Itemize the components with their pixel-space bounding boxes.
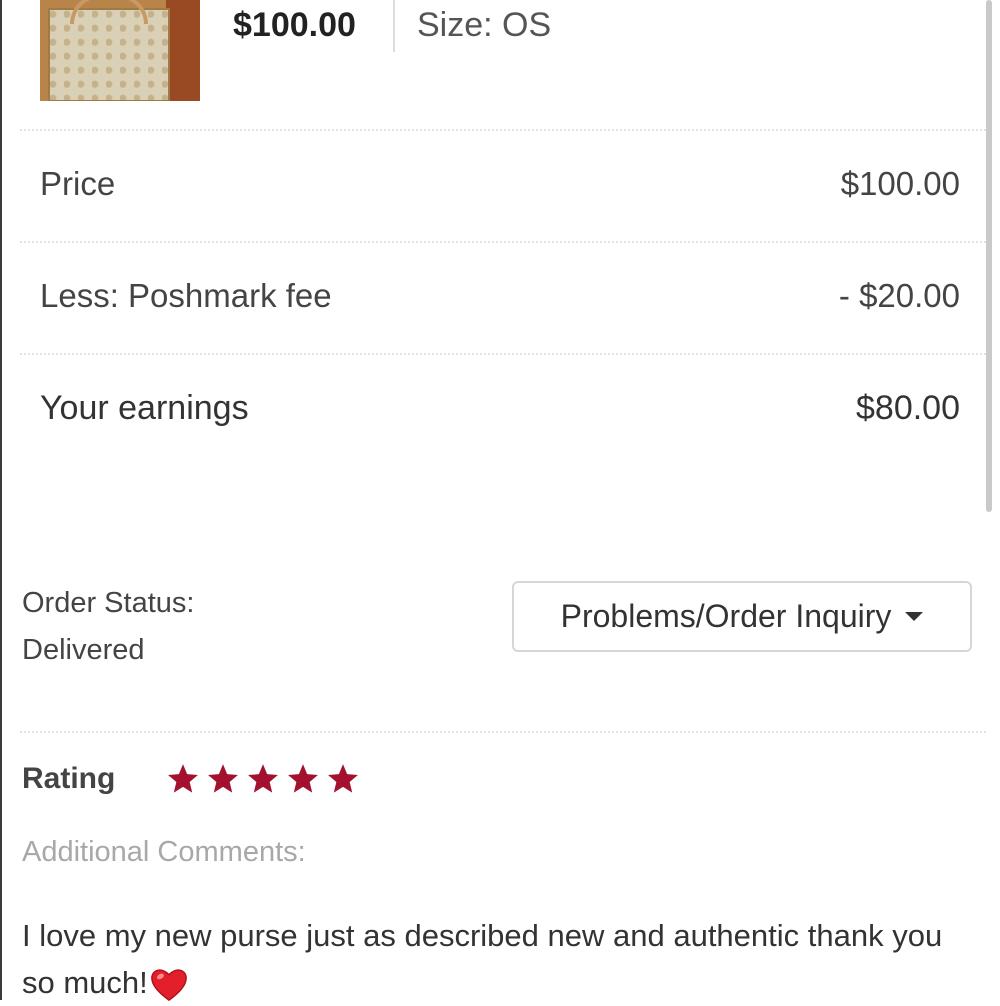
star-icon (168, 764, 198, 793)
divider (20, 353, 986, 355)
rating-stars (166, 762, 360, 796)
star-icon (328, 764, 358, 793)
product-thumbnail[interactable] (40, 0, 200, 101)
star-icon (288, 764, 318, 793)
order-status-label: Order Status: (22, 587, 195, 619)
earnings-value: $80.00 (856, 389, 960, 427)
earnings-label: Your earnings (40, 389, 249, 427)
order-inquiry-dropdown[interactable]: Problems/Order Inquiry (512, 581, 972, 652)
divider (20, 129, 986, 131)
listing-price: $100.00 (233, 6, 356, 44)
review-comment: I love my new purse just as described ne… (22, 912, 982, 1006)
chevron-down-icon (905, 612, 924, 621)
listing-size: Size: OS (417, 6, 552, 44)
fee-value: - $20.00 (838, 277, 960, 314)
order-inquiry-label: Problems/Order Inquiry (560, 598, 892, 634)
star-icon (248, 764, 278, 793)
divider (20, 241, 986, 243)
heart-icon (150, 969, 187, 1001)
price-label: Price (40, 165, 116, 202)
window-edge (0, 0, 2, 1000)
price-value: $100.00 (840, 165, 960, 202)
fee-label: Less: Poshmark fee (40, 277, 332, 314)
star-icon (208, 764, 238, 793)
order-status-value: Delivered (22, 634, 145, 666)
divider (20, 731, 986, 733)
scrollbar[interactable] (986, 0, 992, 512)
rating-label: Rating (22, 762, 116, 795)
additional-comments-label: Additional Comments: (22, 836, 306, 868)
divider (393, 0, 395, 52)
